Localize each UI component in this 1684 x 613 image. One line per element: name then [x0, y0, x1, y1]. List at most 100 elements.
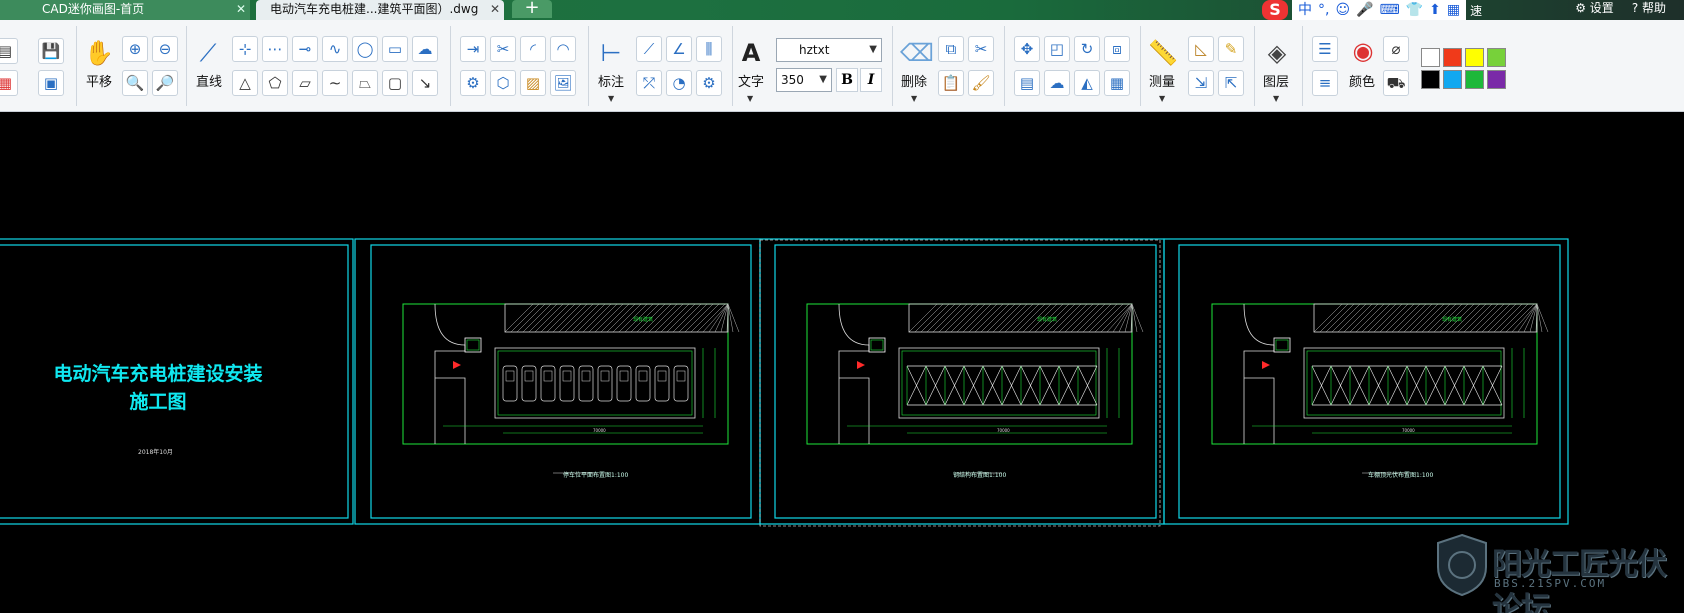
pdf-export-icon[interactable]: ▦ [0, 70, 18, 96]
color-swatch[interactable] [1443, 48, 1462, 67]
ime-menu-icon[interactable]: ▦ [1447, 0, 1460, 20]
pan-label[interactable]: 平移 [82, 75, 116, 91]
measure-dropdown-icon[interactable]: ▼ [1159, 94, 1165, 103]
measure-label[interactable]: 测量 [1144, 75, 1180, 91]
color-swatch[interactable] [1465, 70, 1484, 89]
tab-drawing-close-icon[interactable]: ✕ [490, 0, 500, 18]
sogou-logo-icon[interactable]: S [1262, 0, 1288, 20]
dimension-dropdown-icon[interactable]: ▼ [608, 94, 614, 103]
ime-punctuation-icon[interactable]: °, [1318, 0, 1329, 20]
polyline-icon[interactable]: ⊹ [232, 36, 258, 62]
dim-settings-icon[interactable]: ⚙ [696, 70, 722, 96]
ime-upload-icon[interactable]: ⬆ [1429, 0, 1441, 20]
zoom-window-icon[interactable]: 🔍 [122, 70, 148, 96]
text-tool-icon[interactable]: A [736, 38, 766, 68]
rounded-rect-icon[interactable]: ▢ [382, 70, 408, 96]
block-icon[interactable]: ▤ [1014, 70, 1040, 96]
save-as-icon[interactable]: ▣ [38, 70, 64, 96]
delete-dropdown-icon[interactable]: ▼ [911, 94, 917, 103]
zoom-extents-icon[interactable]: 🔎 [152, 70, 178, 96]
eraser-icon[interactable]: ⌫ [900, 38, 934, 68]
erase-style-icon[interactable]: ⌀ [1383, 36, 1409, 62]
lineweight-icon[interactable]: ≡ [1312, 70, 1338, 96]
tab-home-close-icon[interactable]: ✕ [236, 0, 246, 18]
text-dropdown-icon[interactable]: ▼ [747, 94, 753, 103]
vehicle-block-icon[interactable]: ⛟ [1383, 70, 1409, 96]
line-tool-icon[interactable]: ⟋ [193, 38, 223, 68]
zoom-out-icon[interactable]: ⊖ [152, 36, 178, 62]
cloud-icon[interactable]: ☁ [412, 36, 438, 62]
delete-label[interactable]: 删除 [896, 75, 932, 91]
circle-icon[interactable]: ◯ [352, 36, 378, 62]
grid-array-icon[interactable]: ▦ [1104, 70, 1130, 96]
array-icon[interactable]: ⧈ [1104, 36, 1130, 62]
dimension-icon[interactable]: ⊢ [596, 38, 626, 68]
area-measure-icon[interactable]: ◺ [1188, 36, 1214, 62]
new-tab-button[interactable]: + [512, 0, 552, 18]
angle-dim-icon[interactable]: ∠ [666, 36, 692, 62]
radius-dim-icon[interactable]: ◔ [666, 70, 692, 96]
italic-button[interactable]: I [860, 68, 882, 92]
offset-icon[interactable]: ☁ [1044, 70, 1070, 96]
color-swatch[interactable] [1421, 48, 1440, 67]
mirror-icon[interactable]: ◭ [1074, 70, 1100, 96]
color-wheel-icon[interactable]: ◉ [1348, 36, 1378, 66]
linetype-icon[interactable]: ☰ [1312, 36, 1338, 62]
polygon-icon[interactable]: ⬡ [490, 70, 516, 96]
pencil-icon[interactable]: ✎ [1218, 36, 1244, 62]
color-swatch[interactable] [1487, 70, 1506, 89]
rectangle-icon[interactable]: ▭ [382, 36, 408, 62]
ime-keyboard-icon[interactable]: ⌨ [1380, 0, 1400, 20]
gear-snap-icon[interactable]: ⚙ [460, 70, 486, 96]
bold-button[interactable]: B [836, 68, 858, 92]
paste-icon[interactable]: 📋 [938, 70, 964, 96]
scale-icon[interactable]: ◰ [1044, 36, 1070, 62]
pentagon-icon[interactable]: ⬠ [262, 70, 288, 96]
color-swatch[interactable] [1443, 70, 1462, 89]
text-label[interactable]: 文字 [734, 75, 768, 91]
extend-icon[interactable]: ⇥ [460, 36, 486, 62]
color-swatch[interactable] [1487, 48, 1506, 67]
import-icon[interactable]: ⇲ [1188, 70, 1214, 96]
layer-dropdown-icon[interactable]: ▼ [1273, 94, 1279, 103]
dimension-label[interactable]: 标注 [593, 75, 629, 91]
font-select[interactable]: hztxt ▼ [776, 38, 882, 62]
arc-icon[interactable]: ◠ [550, 36, 576, 62]
aligned-dim-icon[interactable]: ⟋ [636, 36, 662, 62]
color-swatch[interactable] [1465, 48, 1484, 67]
pan-hand-icon[interactable]: ✋ [84, 38, 114, 68]
ruler-icon[interactable]: 📏 [1148, 38, 1178, 68]
arrow-line-icon[interactable]: ↘ [412, 70, 438, 96]
xline-icon[interactable]: ⊸ [292, 36, 318, 62]
trapezoid-icon[interactable]: ⏢ [352, 70, 378, 96]
open-file-icon[interactable]: ▤ [0, 38, 18, 64]
ordinate-dim-icon[interactable]: ⤱ [636, 70, 662, 96]
trim-icon[interactable]: ✂ [490, 36, 516, 62]
color-swatch[interactable] [1421, 70, 1440, 89]
ime-skin-icon[interactable]: 👕 [1406, 0, 1423, 20]
ime-voice-icon[interactable]: 🎤 [1356, 0, 1373, 20]
save-icon[interactable]: 💾 [38, 38, 64, 64]
font-size-select[interactable]: 350 ▼ [776, 68, 832, 92]
triangle-icon[interactable]: △ [232, 70, 258, 96]
export-icon[interactable]: ⇱ [1218, 70, 1244, 96]
line-label[interactable]: 直线 [192, 75, 226, 91]
zoom-in-icon[interactable]: ⊕ [122, 36, 148, 62]
help-button[interactable]: ? 帮助 [1632, 0, 1666, 16]
cut-icon[interactable]: ✂ [968, 36, 994, 62]
move-icon[interactable]: ✥ [1014, 36, 1040, 62]
match-properties-icon[interactable]: 🖌 [968, 70, 994, 96]
layers-icon[interactable]: ◈ [1262, 38, 1292, 68]
freehand-icon[interactable]: ∼ [322, 70, 348, 96]
curve-icon[interactable]: ∿ [322, 36, 348, 62]
color-label[interactable]: 颜色 [1344, 75, 1380, 91]
layer-label[interactable]: 图层 [1258, 75, 1294, 91]
ime-emoji-icon[interactable]: ☺ [1335, 0, 1350, 20]
ime-chinese-mode[interactable]: 中 [1298, 0, 1312, 20]
rotate-icon[interactable]: ↻ [1074, 36, 1100, 62]
hatch-icon[interactable]: ▨ [520, 70, 546, 96]
spline-icon[interactable]: ⋯ [262, 36, 288, 62]
tab-drawing[interactable]: 电动汽车充电桩建...建筑平面图）.dwg ✕ [256, 0, 504, 20]
settings-button[interactable]: ⚙ 设置 [1575, 0, 1614, 16]
parallelogram-icon[interactable]: ▱ [292, 70, 318, 96]
